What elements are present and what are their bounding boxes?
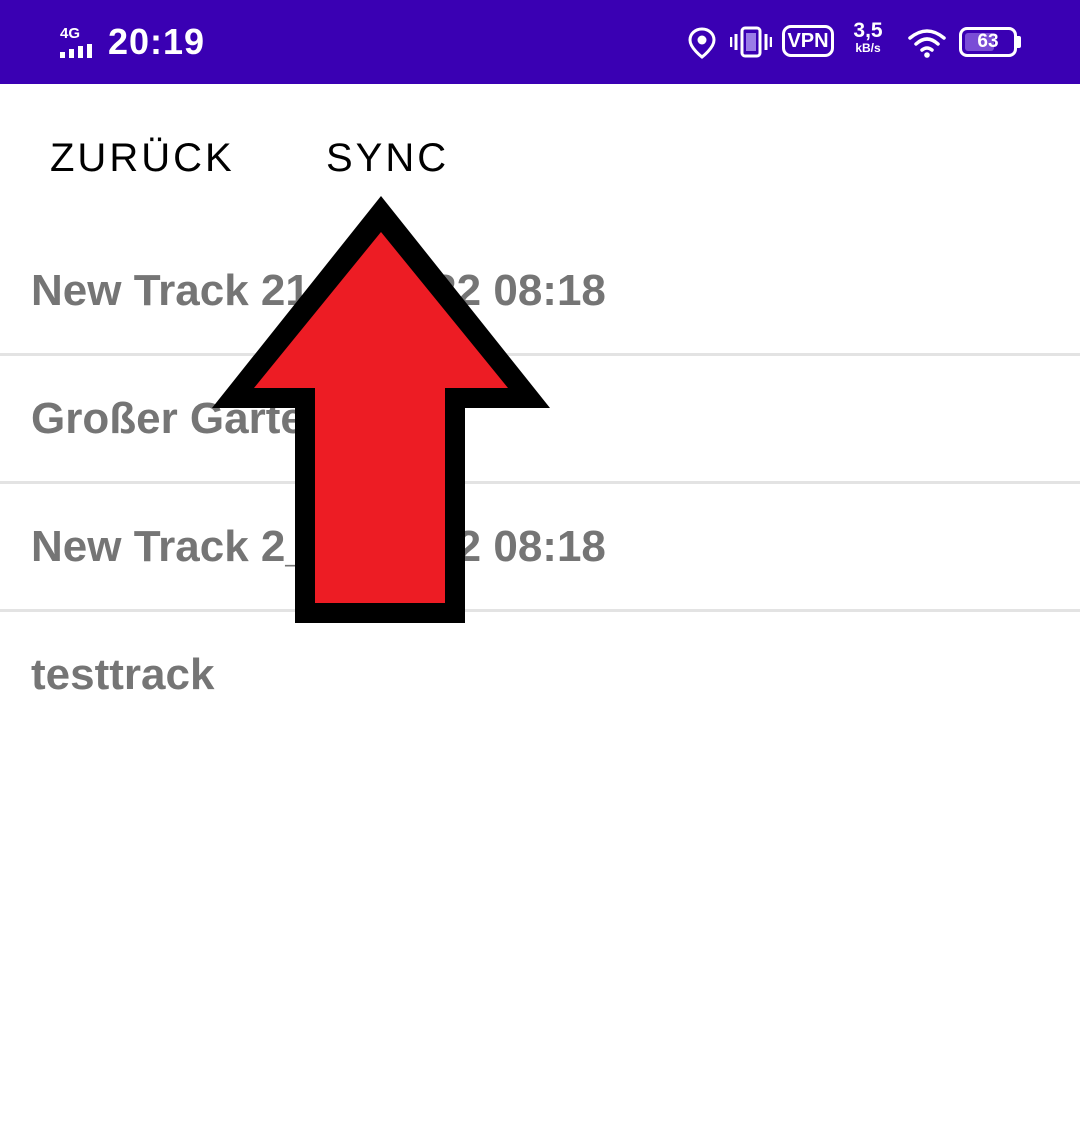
network-speed-value: 3,5 bbox=[853, 19, 883, 42]
network-speed-unit: kB/s bbox=[855, 41, 881, 55]
track-row[interactable]: New Track 21.__.2022 08:18 bbox=[0, 228, 1080, 356]
status-time: 20:19 bbox=[108, 21, 206, 62]
back-button[interactable]: ZURÜCK bbox=[50, 134, 235, 182]
vpn-icon: VPN bbox=[782, 25, 834, 57]
vibrate-icon bbox=[730, 26, 772, 58]
battery-icon: 63 bbox=[959, 27, 1017, 57]
wifi-icon bbox=[908, 29, 946, 58]
battery-tip bbox=[1017, 36, 1021, 48]
track-label: New Track 21.__.2022 08:18 bbox=[31, 266, 606, 315]
location-icon bbox=[688, 27, 716, 59]
sync-button[interactable]: SYNC bbox=[326, 134, 449, 182]
track-row[interactable]: Großer Garte bbox=[0, 356, 1080, 484]
network-speed: 3,5 kB/s bbox=[848, 20, 888, 55]
track-label: testtrack bbox=[31, 650, 215, 699]
track-row[interactable]: New Track 2_.__.2022 08:18 bbox=[0, 484, 1080, 612]
track-row[interactable]: testtrack bbox=[0, 612, 1080, 740]
status-bar: 4G 20:19 VPN 3,5 kB/s 63 bbox=[0, 0, 1080, 84]
signal-icon: 4G bbox=[60, 26, 96, 58]
track-label: New Track 2_.__.2022 08:18 bbox=[31, 522, 606, 571]
signal-bars-icon bbox=[60, 44, 92, 58]
track-label: Großer Garte bbox=[31, 394, 305, 443]
track-list: New Track 21.__.2022 08:18 Großer Garte … bbox=[0, 228, 1080, 740]
network-type: 4G bbox=[60, 25, 81, 42]
battery-percent: 63 bbox=[977, 31, 999, 52]
